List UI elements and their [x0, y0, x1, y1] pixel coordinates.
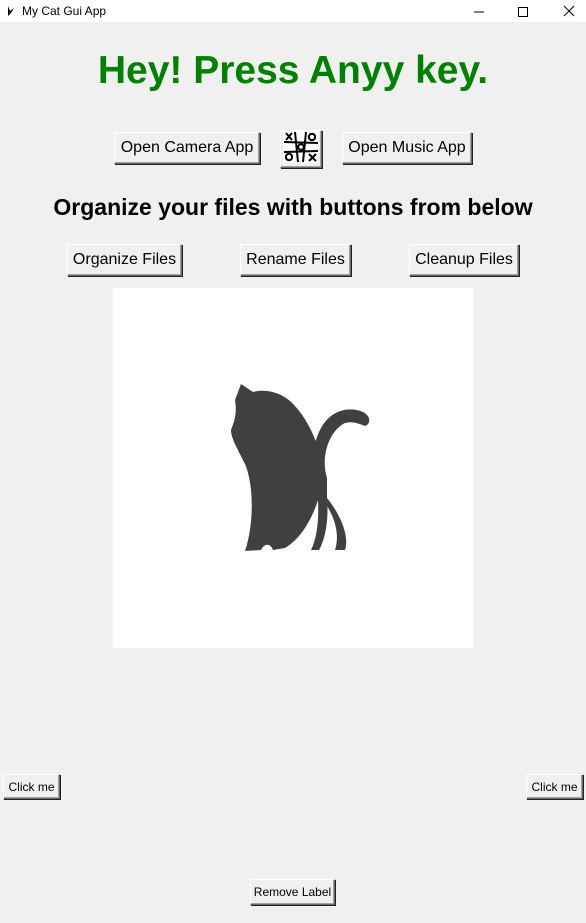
tic-tac-toe-button[interactable] — [280, 130, 322, 168]
close-button[interactable] — [546, 0, 586, 22]
window-title: My Cat Gui App — [22, 4, 107, 18]
minimize-icon — [474, 2, 484, 21]
cleanup-files-button[interactable]: Cleanup Files — [409, 244, 519, 276]
cat-icon — [113, 288, 473, 652]
maximize-button[interactable] — [500, 0, 546, 22]
click-me-left-button[interactable]: Click me — [3, 774, 60, 799]
open-camera-button[interactable]: Open Camera App — [114, 132, 260, 164]
rename-files-button[interactable]: Rename Files — [240, 244, 351, 276]
remove-label-button[interactable]: Remove Label — [250, 879, 335, 905]
greeting-heading: Hey! Press Anyy key. — [97, 49, 489, 92]
maximize-icon — [518, 2, 528, 21]
organize-files-button[interactable]: Organize Files — [67, 244, 182, 276]
cat-image-panel — [113, 288, 473, 648]
title-bar[interactable]: My Cat Gui App — [0, 0, 586, 22]
close-icon — [563, 2, 575, 21]
organize-subheading: Organize your files with buttons from be… — [53, 194, 533, 220]
minimize-button[interactable] — [456, 0, 502, 22]
tic-tac-toe-icon — [283, 130, 319, 168]
feather-icon — [4, 4, 18, 18]
click-me-right-button[interactable]: Click me — [526, 774, 583, 799]
open-music-button[interactable]: Open Music App — [342, 132, 472, 164]
app-window: My Cat Gui App Hey! Press Anyy key. Open… — [0, 0, 586, 923]
